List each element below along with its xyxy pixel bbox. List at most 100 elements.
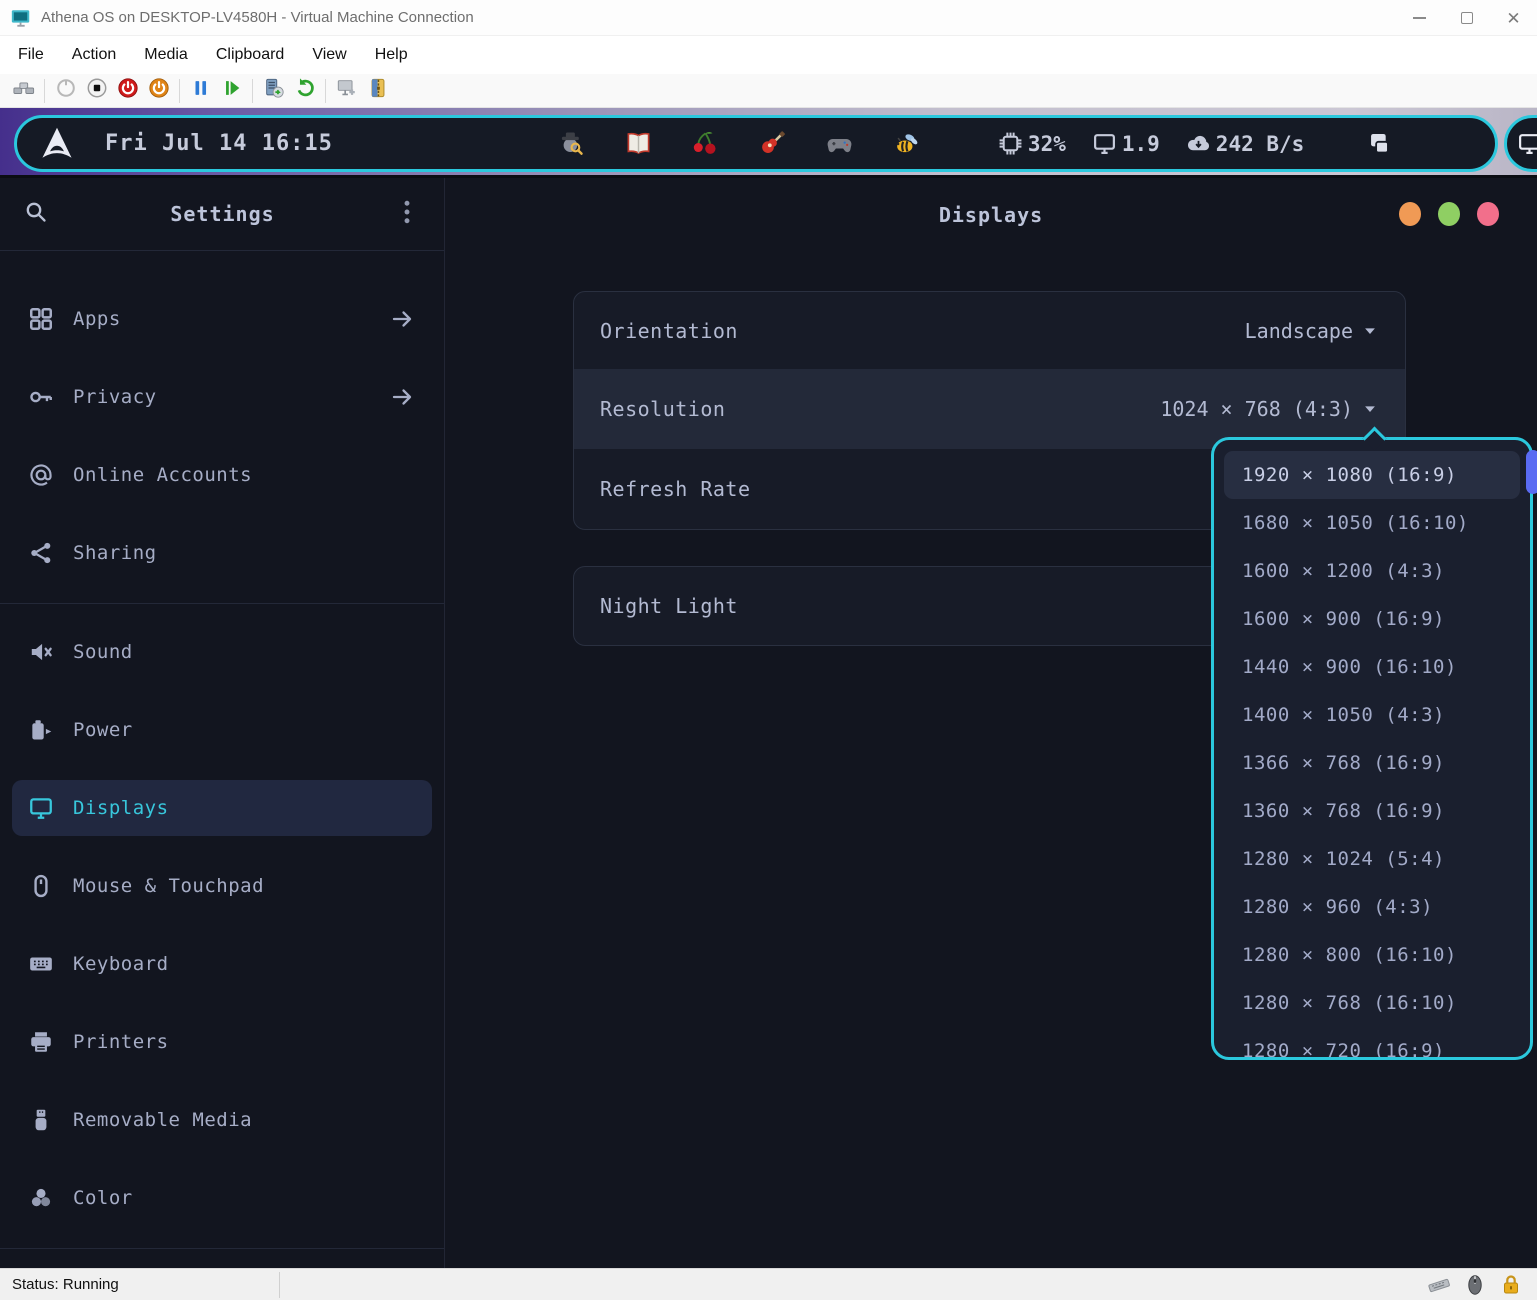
sidebar-item-label: Mouse & Touchpad bbox=[73, 875, 264, 897]
resolution-option[interactable]: 1600 × 1200 (4:3) bbox=[1224, 547, 1520, 595]
power-button[interactable] bbox=[52, 77, 79, 104]
controller-icon[interactable] bbox=[826, 130, 853, 157]
sidebar-item-sharing[interactable]: Sharing bbox=[12, 525, 432, 581]
battery-icon bbox=[28, 717, 54, 743]
pause-button[interactable] bbox=[187, 77, 214, 104]
sidebar-item-removable-media[interactable]: Removable Media bbox=[12, 1092, 432, 1148]
sidebar-item-online-accounts[interactable]: Online Accounts bbox=[12, 447, 432, 503]
resolution-dropdown[interactable]: 1024 × 768 (4:3) bbox=[1160, 397, 1379, 421]
resume-button[interactable] bbox=[218, 77, 245, 104]
detective-icon[interactable] bbox=[558, 130, 585, 157]
resolution-option[interactable]: 1366 × 768 (16:9) bbox=[1224, 739, 1520, 787]
sidebar-item-privacy[interactable]: Privacy bbox=[12, 369, 432, 425]
toolbar-separator bbox=[44, 79, 45, 103]
sidebar-item-label: Power bbox=[73, 719, 133, 741]
revert-icon bbox=[294, 77, 316, 104]
arrow-right-icon bbox=[390, 385, 414, 409]
sidebar-item-printers[interactable]: Printers bbox=[12, 1014, 432, 1070]
menu-item-view[interactable]: View bbox=[298, 40, 360, 70]
resolution-option[interactable]: 1440 × 900 (16:10) bbox=[1224, 643, 1520, 691]
status-icons bbox=[1427, 1273, 1537, 1297]
usb-icon bbox=[28, 1107, 54, 1133]
cherries-icon[interactable] bbox=[692, 130, 719, 157]
sidebar-item-color[interactable]: Color bbox=[12, 1170, 432, 1226]
window-control-close[interactable] bbox=[1477, 202, 1499, 226]
ctrl-alt-del-button[interactable] bbox=[10, 77, 37, 104]
bee-icon[interactable] bbox=[893, 130, 920, 157]
sidebar-item-label: Displays bbox=[73, 797, 169, 819]
checkpoint-button[interactable] bbox=[260, 77, 287, 104]
minimize-button[interactable] bbox=[1396, 0, 1443, 36]
sidebar-item-power[interactable]: Power bbox=[12, 702, 432, 758]
settings-zip-button[interactable] bbox=[364, 77, 391, 104]
menu-item-help[interactable]: Help bbox=[361, 40, 422, 70]
settings-main: Displays Orientation Landscape bbox=[445, 178, 1537, 1268]
resolution-option[interactable]: 1280 × 720 (16:9) bbox=[1224, 1027, 1520, 1057]
stop-button[interactable] bbox=[83, 77, 110, 104]
page-title: Displays bbox=[445, 203, 1537, 227]
sidebar-header: Settings bbox=[0, 178, 444, 250]
sidebar-item-apps[interactable]: Apps bbox=[12, 291, 432, 347]
toolbar-separator bbox=[179, 79, 180, 103]
guitar-icon[interactable] bbox=[759, 130, 786, 157]
enhanced-session-icon bbox=[336, 77, 358, 104]
clock[interactable]: Fri Jul 14 16:15 bbox=[105, 131, 333, 156]
window-control-minimize[interactable] bbox=[1399, 202, 1421, 226]
stop-icon bbox=[86, 77, 108, 104]
system-stats: 32% 1.9 242 B/s bbox=[998, 131, 1304, 156]
status-separator bbox=[279, 1272, 280, 1298]
key-icon bbox=[28, 384, 54, 410]
sidebar-item-displays[interactable]: Displays bbox=[12, 780, 432, 836]
refresh-rate-label: Refresh Rate bbox=[600, 477, 751, 501]
resolution-option[interactable]: 1400 × 1050 (4:3) bbox=[1224, 691, 1520, 739]
arrow-right-icon bbox=[390, 307, 414, 331]
window-control-maximize[interactable] bbox=[1438, 202, 1460, 226]
menu-item-file[interactable]: File bbox=[4, 40, 58, 70]
menu-item-clipboard[interactable]: Clipboard bbox=[202, 40, 298, 70]
color-icon bbox=[28, 1185, 54, 1211]
status-bar: Status: Running bbox=[0, 1268, 1537, 1300]
settings-title: Settings bbox=[0, 202, 445, 226]
cpu-value: 32% bbox=[1028, 132, 1066, 156]
resolution-option[interactable]: 1280 × 800 (16:10) bbox=[1224, 931, 1520, 979]
resume-icon bbox=[221, 77, 243, 104]
revert-button[interactable] bbox=[291, 77, 318, 104]
grid-icon bbox=[28, 306, 54, 332]
resolution-option[interactable]: 1920 × 1080 (16:9) bbox=[1224, 451, 1520, 499]
resolution-option[interactable]: 1280 × 960 (4:3) bbox=[1224, 883, 1520, 931]
resolution-options: 1920 × 1080 (16:9)1680 × 1050 (16:10)160… bbox=[1214, 440, 1530, 1057]
resolution-option[interactable]: 1600 × 900 (16:9) bbox=[1224, 595, 1520, 643]
resolution-option[interactable]: 1280 × 1024 (5:4) bbox=[1224, 835, 1520, 883]
sidebar-item-mouse-touchpad[interactable]: Mouse & Touchpad bbox=[12, 858, 432, 914]
athena-logo-icon[interactable] bbox=[39, 126, 75, 162]
resolution-option[interactable]: 1280 × 768 (16:10) bbox=[1224, 979, 1520, 1027]
enhanced-session-button[interactable] bbox=[333, 77, 360, 104]
resolution-value: 1024 × 768 (4:3) bbox=[1160, 397, 1353, 421]
kebab-menu-icon[interactable] bbox=[398, 198, 416, 226]
shut-down-button[interactable] bbox=[145, 77, 172, 104]
window-title: Athena OS on DESKTOP-LV4580H - Virtual M… bbox=[41, 9, 474, 26]
popup-scrollbar[interactable] bbox=[1526, 450, 1537, 494]
close-button[interactable]: ✕ bbox=[1490, 0, 1537, 36]
settings-zip-icon bbox=[367, 77, 389, 104]
settings-window: Settings Apps Privacy bbox=[0, 178, 1537, 1268]
screen-icon[interactable] bbox=[1517, 131, 1537, 156]
settings-sidebar: Settings Apps Privacy bbox=[0, 178, 445, 1268]
orientation-dropdown[interactable]: Landscape bbox=[1245, 319, 1379, 343]
sidebar-item-keyboard[interactable]: Keyboard bbox=[12, 936, 432, 992]
orientation-value: Landscape bbox=[1245, 319, 1353, 343]
sidebar-section-divider bbox=[0, 603, 444, 604]
menu-item-action[interactable]: Action bbox=[58, 40, 130, 70]
resolution-option[interactable]: 1360 × 768 (16:9) bbox=[1224, 787, 1520, 835]
sidebar-item-label: Removable Media bbox=[73, 1109, 252, 1131]
ctrl-alt-del-icon bbox=[13, 77, 35, 104]
workspaces-icon[interactable] bbox=[1366, 130, 1393, 157]
pause-icon bbox=[190, 77, 212, 104]
menu-item-media[interactable]: Media bbox=[130, 40, 202, 70]
maximize-button[interactable] bbox=[1443, 0, 1490, 36]
status-lock-icon bbox=[1499, 1273, 1523, 1297]
book-icon[interactable] bbox=[625, 130, 652, 157]
sidebar-item-sound[interactable]: Sound bbox=[12, 624, 432, 680]
turn-off-button[interactable] bbox=[114, 77, 141, 104]
resolution-option[interactable]: 1680 × 1050 (16:10) bbox=[1224, 499, 1520, 547]
